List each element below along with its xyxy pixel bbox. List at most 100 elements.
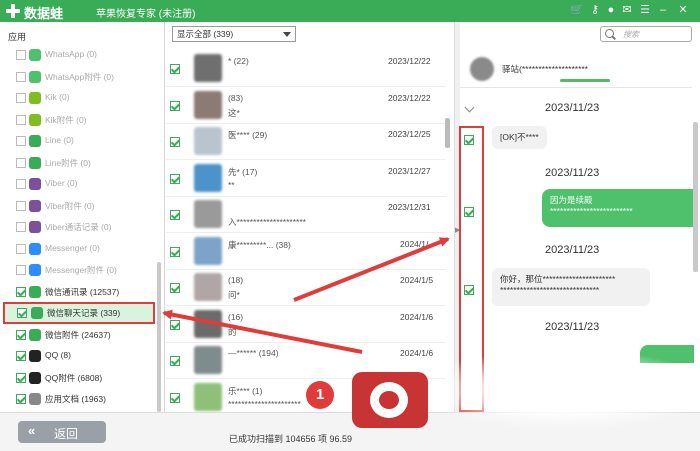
sidebar-item[interactable]: 微信附件 (24637) — [0, 324, 158, 346]
sidebar-item[interactable]: Viber (0) — [0, 173, 158, 195]
sidebar-item[interactable]: Messenger附件 (0) — [0, 259, 158, 281]
category-checkbox[interactable] — [16, 372, 26, 383]
sidebar-scrollbar[interactable] — [157, 262, 161, 412]
category-checkbox[interactable] — [16, 179, 26, 189]
wechat-icon — [29, 285, 41, 298]
message-text: [OK]不**** — [500, 132, 539, 142]
close-icon[interactable]: ✕ — [676, 3, 690, 18]
qq-icon — [29, 350, 41, 362]
category-checkbox[interactable] — [16, 265, 26, 275]
row-date: 2023/12/27 — [388, 165, 431, 176]
recover-mascot-icon[interactable] — [352, 372, 428, 428]
chat-scrollbar[interactable] — [693, 122, 698, 272]
sidebar-item[interactable]: 微信聊天记录 (339) — [3, 302, 155, 324]
chat-icon[interactable]: ● — [604, 3, 618, 18]
sidebar-item[interactable]: Line (0) — [0, 130, 158, 152]
row-preview: 入********************* — [228, 217, 306, 227]
row-checkbox[interactable] — [170, 283, 180, 293]
sidebar-item[interactable]: WhatsApp (0) — [0, 44, 158, 66]
conversation-row[interactable]: (16) 的 2024/1/6 — [166, 306, 446, 343]
conversation-row[interactable]: 先* (17) ** 2023/12/27 — [166, 160, 446, 197]
sidebar-item[interactable]: Messenger (0) — [0, 238, 158, 260]
row-name: (16) — [228, 311, 244, 322]
sidebar-item-label: WhatsApp (0) — [45, 49, 97, 59]
sidebar-item[interactable]: QQ (8) — [0, 345, 158, 367]
timestamp: 2023/11/23 — [545, 244, 600, 256]
conversation-row[interactable]: (83) 这* 2023/12/22 — [166, 87, 446, 124]
sidebar-item[interactable]: Viber通话记录 (0) — [0, 216, 158, 238]
wechat-icon — [29, 328, 41, 341]
sidebar-item[interactable]: Kik附件 (0) — [0, 109, 158, 131]
row-checkbox[interactable] — [170, 246, 180, 257]
sidebar-item-label: 微信附件 (24637) — [45, 329, 111, 340]
chat-title: 驿站(******************** — [502, 64, 588, 74]
filter-dropdown[interactable]: 显示全部 (339) — [172, 26, 296, 42]
back-button[interactable]: « 返回 — [18, 421, 106, 443]
category-checkbox[interactable] — [16, 114, 26, 125]
chevron-down-icon — [283, 32, 291, 37]
row-checkbox[interactable] — [170, 100, 180, 111]
sidebar-item-label: Viber通话记录 (0) — [45, 222, 112, 232]
row-date: 2023/12/31 — [388, 202, 431, 212]
category-checkbox[interactable] — [16, 351, 26, 361]
sidebar-item-label: 应用文档 (1963) — [45, 394, 106, 404]
sidebar-item-label: Viber附件 (0) — [45, 200, 95, 211]
key-icon[interactable]: ⚷ — [588, 3, 602, 18]
message-text: ****************************** — [500, 285, 600, 295]
minimize-icon[interactable]: – — [656, 3, 670, 18]
category-checkbox[interactable] — [16, 286, 26, 297]
row-checkbox[interactable] — [170, 173, 180, 184]
category-checkbox[interactable] — [16, 136, 26, 146]
message-text: 因为是续殿 — [550, 195, 593, 205]
category-checkbox[interactable] — [16, 157, 26, 168]
list-scrollbar[interactable] — [445, 118, 450, 148]
mail-icon[interactable]: ✉ — [620, 3, 634, 18]
category-checkbox[interactable] — [16, 394, 26, 404]
sidebar-item-label: Kik附件 (0) — [45, 114, 87, 125]
avatar — [194, 309, 222, 338]
category-checkbox[interactable] — [16, 243, 26, 254]
category-checkbox[interactable] — [16, 200, 26, 211]
row-checkbox[interactable] — [170, 137, 180, 147]
conversation-row[interactable]: 医**** (29) 2023/12/25 — [166, 123, 446, 160]
avatar — [194, 200, 222, 228]
whatsapp-icon — [29, 49, 41, 61]
conversation-row[interactable]: 入********************* 2023/12/31 — [166, 196, 446, 233]
row-preview: ********************** — [228, 398, 301, 409]
avatar — [470, 57, 494, 81]
row-checkbox[interactable] — [170, 392, 180, 403]
category-checkbox[interactable] — [16, 71, 26, 82]
sidebar-item[interactable]: 微信通讯录 (12537) — [0, 281, 158, 303]
row-checkbox[interactable] — [170, 319, 180, 330]
conversation-row[interactable]: (18) 问* 2024/1/5 — [166, 269, 446, 306]
conversation-row[interactable]: * (22) 2023/12/22 — [166, 50, 446, 87]
category-checkbox[interactable] — [16, 93, 26, 103]
menu-icon[interactable]: ☰ — [638, 3, 652, 18]
category-checkbox[interactable] — [16, 329, 26, 340]
cart-icon[interactable]: 🛒 — [570, 3, 584, 18]
sidebar-item[interactable]: WhatsApp附件 (0) — [0, 66, 158, 88]
line-icon — [29, 156, 41, 169]
row-preview: 这* — [228, 107, 240, 118]
conversation-row[interactable]: 康*********... (38) 2024/1/ — [166, 233, 446, 270]
sidebar-item[interactable]: Viber附件 (0) — [0, 195, 158, 217]
back-label: 返回 — [54, 427, 79, 441]
messenger-icon — [29, 264, 41, 276]
avatar — [194, 236, 222, 265]
kik-icon — [29, 92, 41, 104]
sidebar-item[interactable]: Kik (0) — [0, 87, 158, 109]
chevron-down-icon[interactable] — [464, 102, 475, 113]
category-checkbox[interactable] — [17, 308, 27, 318]
sidebar-item[interactable]: 应用文档 (1963) — [0, 388, 158, 410]
row-checkbox[interactable] — [170, 64, 180, 74]
row-checkbox[interactable] — [170, 210, 180, 220]
row-checkbox[interactable] — [170, 356, 180, 366]
sidebar-item[interactable]: Line附件 (0) — [0, 152, 158, 174]
search-input[interactable]: 搜索 — [600, 26, 692, 42]
viber-icon — [29, 221, 41, 233]
category-checkbox[interactable] — [16, 50, 26, 60]
messenger-icon — [29, 242, 41, 255]
category-checkbox[interactable] — [16, 222, 26, 232]
sidebar-item[interactable]: QQ附件 (6808) — [0, 367, 158, 389]
app-subtitle: 苹果恢复专家 (未注册) — [96, 9, 196, 20]
